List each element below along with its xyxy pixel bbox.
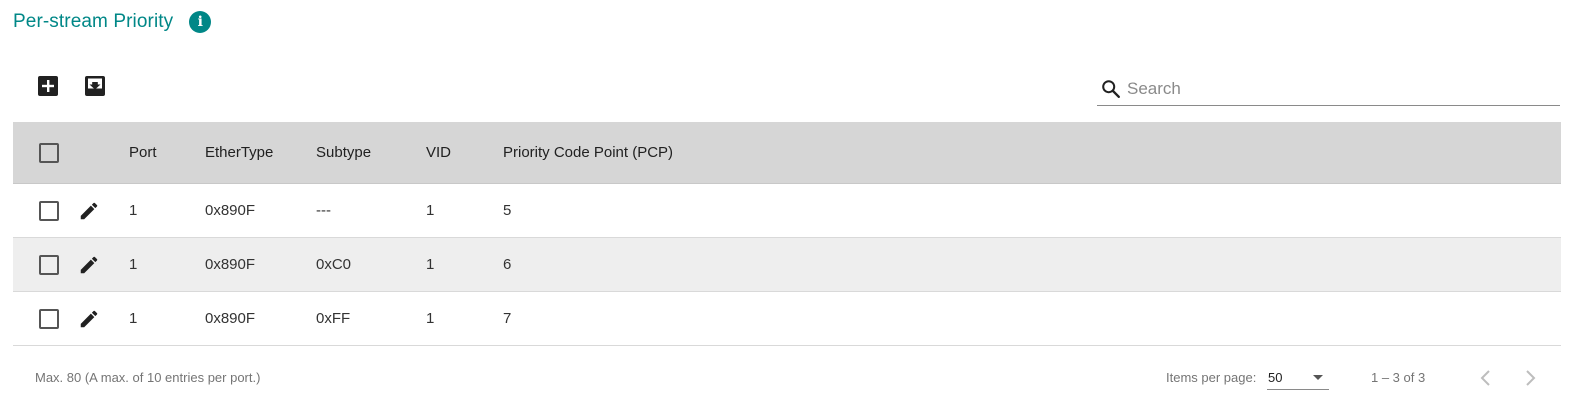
- cell-subtype: 0xFF: [316, 310, 351, 327]
- cell-port: 1: [129, 202, 138, 219]
- select-all-cell: [39, 122, 59, 183]
- search-field: [1097, 72, 1560, 106]
- items-per-page-label: Items per page:: [1166, 370, 1257, 385]
- cell-ethertype: 0x890F: [205, 202, 256, 219]
- table-row: 1 0x890F 0xFF 1 7: [13, 292, 1561, 346]
- cell-port: 1: [129, 256, 138, 273]
- cell-subtype: ---: [316, 202, 331, 219]
- info-icon[interactable]: i: [189, 11, 212, 33]
- page-title: Per-stream Priority: [13, 11, 174, 32]
- import-icon: [85, 76, 105, 96]
- pencil-icon: [80, 256, 98, 273]
- cell-vid: 1: [426, 310, 435, 327]
- column-header-pcp[interactable]: Priority Code Point (PCP): [503, 122, 673, 183]
- dropdown-arrow-icon: [1313, 375, 1323, 380]
- table-header: Port EtherType Subtype VID Priority Code…: [13, 122, 1561, 184]
- per-stream-priority-table: Port EtherType Subtype VID Priority Code…: [13, 122, 1561, 346]
- row-checkbox-cell: [39, 292, 59, 345]
- column-header-ethertype[interactable]: EtherType: [205, 122, 273, 183]
- row-checkbox-cell: [39, 238, 59, 291]
- items-per-page-value: 50: [1268, 370, 1283, 385]
- chevron-left-icon: [1480, 370, 1490, 386]
- pagination-range: 1 – 3 of 3: [1371, 370, 1426, 385]
- column-header-port[interactable]: Port: [129, 122, 157, 183]
- table-row: 1 0x890F --- 1 5: [13, 184, 1561, 238]
- title-row: Per-stream Priority i: [13, 8, 212, 36]
- row-edit-cell: [77, 238, 101, 291]
- row-edit-cell: [77, 292, 101, 345]
- search-input[interactable]: [1125, 77, 1549, 100]
- edit-button[interactable]: [77, 253, 101, 277]
- cell-ethertype: 0x890F: [205, 310, 256, 327]
- cell-vid: 1: [426, 256, 435, 273]
- edit-button[interactable]: [77, 199, 101, 223]
- cell-vid: 1: [426, 202, 435, 219]
- cell-pcp: 6: [503, 256, 512, 273]
- add-button[interactable]: [36, 74, 60, 98]
- import-button[interactable]: [83, 74, 107, 98]
- column-header-vid[interactable]: VID: [426, 122, 451, 183]
- add-box-icon: [38, 76, 58, 96]
- select-all-checkbox[interactable]: [39, 142, 59, 163]
- cell-ethertype: 0x890F: [205, 256, 256, 273]
- entry-limit-note: Max. 80 (A max. of 10 entries per port.): [35, 370, 261, 385]
- cell-pcp: 5: [503, 202, 512, 219]
- row-checkbox-cell: [39, 184, 59, 237]
- table-footer: Max. 80 (A max. of 10 entries per port.)…: [13, 345, 1561, 409]
- table-row: 1 0x890F 0xC0 1 6: [13, 238, 1561, 292]
- column-header-subtype[interactable]: Subtype: [316, 122, 371, 183]
- cell-port: 1: [129, 310, 138, 327]
- cell-subtype: 0xC0: [316, 256, 352, 273]
- row-checkbox[interactable]: [39, 254, 59, 275]
- edit-button[interactable]: [77, 307, 101, 331]
- pencil-icon: [80, 202, 98, 219]
- chevron-right-icon: [1526, 370, 1536, 386]
- search-icon: [1102, 79, 1120, 98]
- pencil-icon: [80, 310, 98, 327]
- previous-page-button[interactable]: [1471, 363, 1501, 393]
- next-page-button[interactable]: [1515, 363, 1545, 393]
- items-per-page-select[interactable]: 50: [1267, 365, 1329, 390]
- row-checkbox[interactable]: [39, 200, 59, 221]
- row-edit-cell: [77, 184, 101, 237]
- cell-pcp: 7: [503, 310, 512, 327]
- toolbar: [36, 74, 107, 98]
- row-checkbox[interactable]: [39, 308, 59, 329]
